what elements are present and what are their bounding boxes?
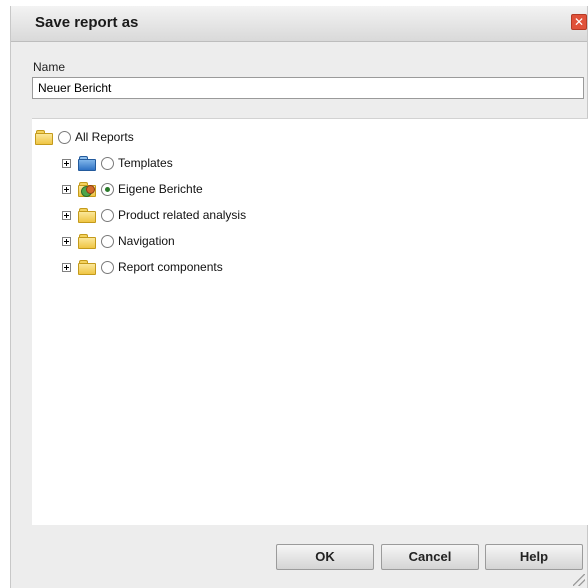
- save-report-dialog: Save report as ✕ Name All Reports Templa…: [10, 6, 588, 588]
- report-folder-tree: All Reports Templates Eigene Berichte Pr…: [32, 118, 588, 525]
- name-field[interactable]: [32, 77, 584, 99]
- expand-icon[interactable]: [62, 184, 71, 194]
- close-icon[interactable]: ✕: [571, 14, 587, 30]
- help-button[interactable]: Help: [485, 544, 583, 570]
- radio-eigene-berichte[interactable]: [101, 182, 114, 196]
- tree-item-all-reports[interactable]: All Reports: [35, 127, 134, 147]
- resize-grip-icon[interactable]: [573, 574, 585, 586]
- tree-item-label: Templates: [118, 156, 173, 170]
- dialog-title: Save report as: [35, 14, 139, 31]
- cancel-button[interactable]: Cancel: [381, 544, 479, 570]
- expand-icon[interactable]: [62, 236, 71, 246]
- expand-icon[interactable]: [62, 262, 71, 272]
- tree-item-label: Navigation: [118, 234, 175, 248]
- tree-item-report-components[interactable]: Report components: [62, 257, 223, 277]
- folder-users-icon: [78, 182, 96, 197]
- tree-item-label: Product related analysis: [118, 208, 247, 222]
- radio-navigation[interactable]: [101, 234, 114, 248]
- tree-item-product-related-analysis[interactable]: Product related analysis: [62, 205, 246, 225]
- tree-item-navigation[interactable]: Navigation: [62, 231, 175, 251]
- radio-templates[interactable]: [101, 156, 114, 170]
- folder-icon: [78, 208, 96, 223]
- tree-item-label: Report components: [118, 260, 223, 274]
- tree-item-label: Eigene Berichte: [118, 182, 203, 196]
- expand-icon[interactable]: [62, 158, 71, 168]
- expand-icon[interactable]: [62, 210, 71, 220]
- tree-item-eigene-berichte[interactable]: Eigene Berichte: [62, 179, 203, 199]
- dialog-titlebar[interactable]: Save report as ✕: [11, 6, 587, 42]
- folder-icon: [35, 130, 53, 145]
- radio-all-reports[interactable]: [58, 130, 71, 144]
- radio-report-components[interactable]: [101, 260, 114, 274]
- ok-button[interactable]: OK: [276, 544, 374, 570]
- tree-item-label: All Reports: [75, 130, 134, 144]
- name-label: Name: [33, 60, 66, 74]
- folder-icon: [78, 260, 96, 275]
- folder-blue-icon: [78, 156, 96, 171]
- tree-item-templates[interactable]: Templates: [62, 153, 173, 173]
- folder-icon: [78, 234, 96, 249]
- radio-product-related-analysis[interactable]: [101, 208, 114, 222]
